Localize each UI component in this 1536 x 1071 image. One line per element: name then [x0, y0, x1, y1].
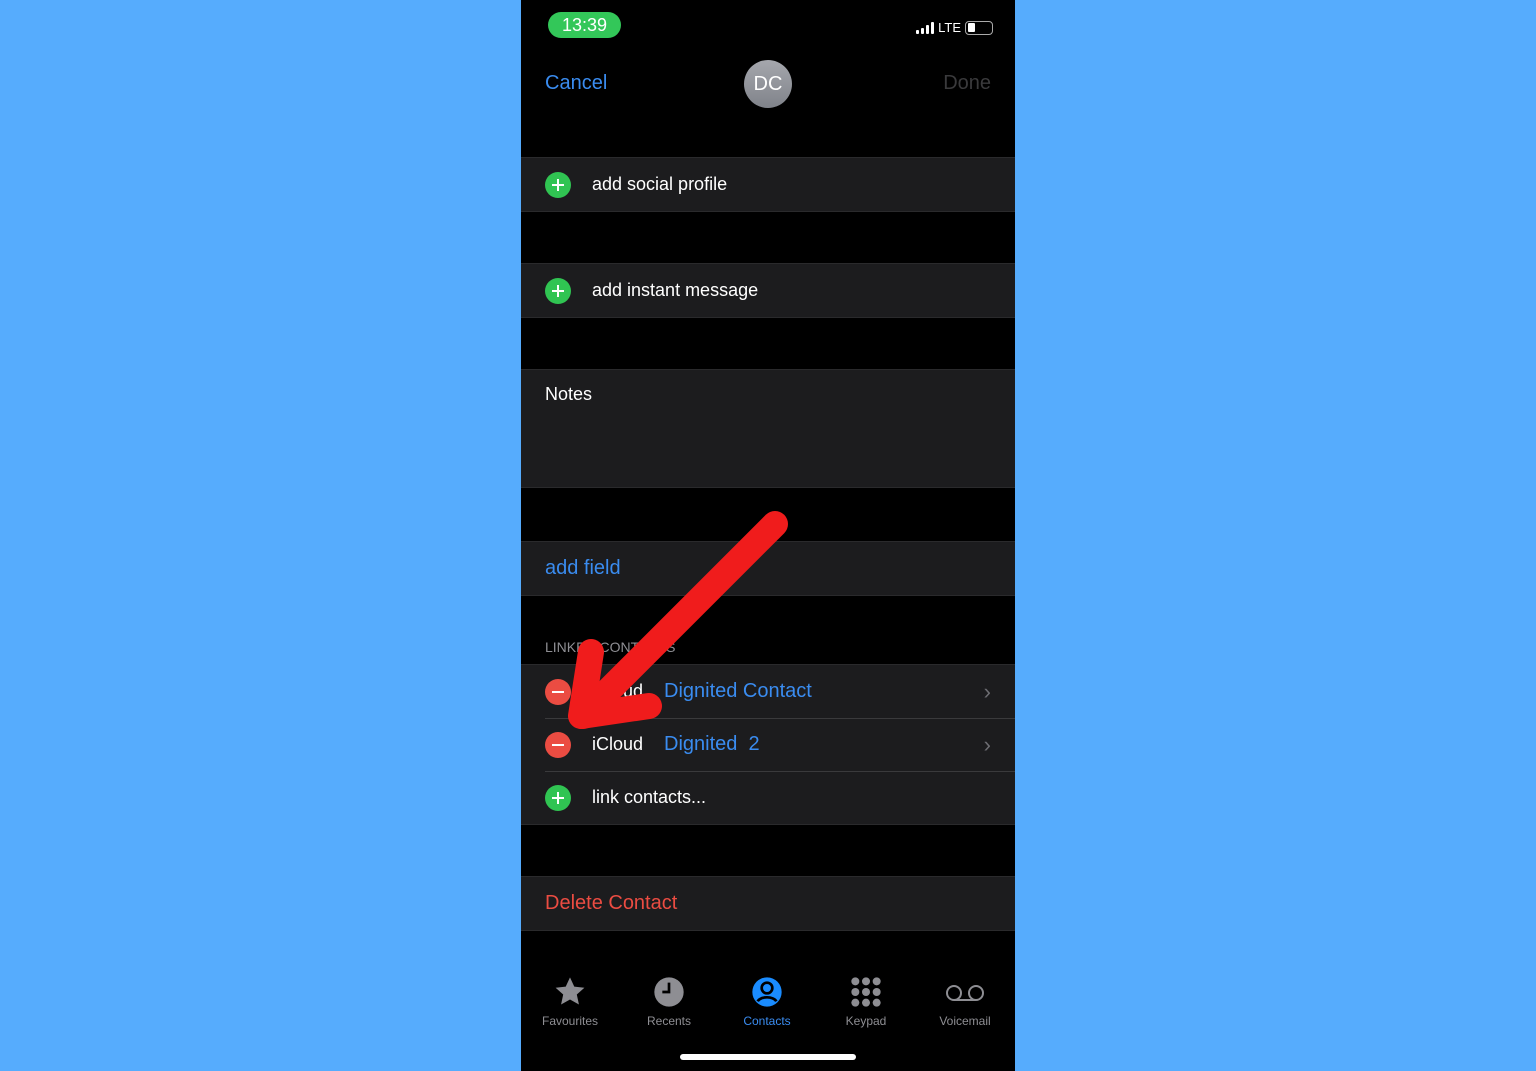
phone-screen: 13:39 LTE Cancel DC Done add social prof… [521, 0, 1015, 1071]
red-arrow-annotation [568, 511, 788, 729]
